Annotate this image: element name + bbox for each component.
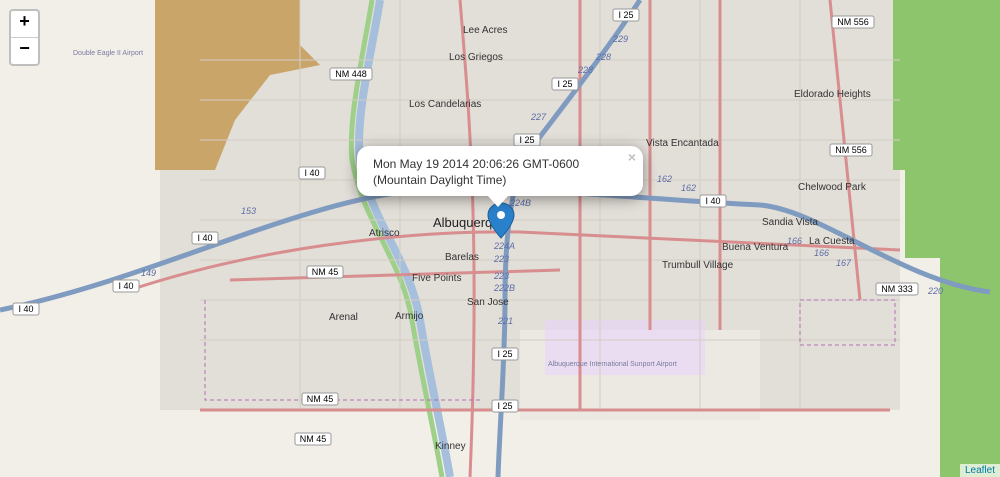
label-lee-acres: Lee Acres xyxy=(463,25,507,36)
label-los-griegos: Los Griegos xyxy=(449,52,503,63)
attribution-link[interactable]: Leaflet xyxy=(965,465,995,476)
exit-149: 149 xyxy=(141,268,156,278)
shield-i40-west4-text: I 40 xyxy=(18,304,33,314)
exit-166b: 166 xyxy=(814,248,829,258)
exit-227: 227 xyxy=(530,112,547,122)
shield-nm556-north-text: NM 556 xyxy=(837,17,869,27)
shield-i40-west1-text: I 40 xyxy=(304,168,319,178)
exit-153: 153 xyxy=(241,206,256,216)
exit-224b: 224B xyxy=(509,198,531,208)
exit-220: 220 xyxy=(927,286,943,296)
shield-nm45-2-text: NM 45 xyxy=(307,394,334,404)
label-kinney: Kinney xyxy=(435,441,466,452)
label-los-candelarias: Los Candelarias xyxy=(409,99,481,110)
shield-i40-west3-text: I 40 xyxy=(118,281,133,291)
exit-162a: 162 xyxy=(657,174,672,184)
label-double-eagle-airport: Double Eagle II Airport xyxy=(73,50,143,57)
exit-167: 167 xyxy=(836,258,852,268)
shield-i40-west2-text: I 40 xyxy=(197,233,212,243)
forest-area-east xyxy=(893,0,1000,477)
popup-close-button[interactable]: × xyxy=(628,149,636,165)
label-arenal: Arenal xyxy=(329,312,358,323)
label-armijo: Armijo xyxy=(395,311,424,322)
exit-222b: 222B xyxy=(493,283,515,293)
label-eldorado-heights: Eldorado Heights xyxy=(794,89,871,100)
label-trumbull-village: Trumbull Village xyxy=(662,260,734,271)
exit-162b: 162 xyxy=(681,183,696,193)
popup-text: Mon May 19 2014 20:06:26 GMT-0600 (Mount… xyxy=(373,157,580,187)
marker-popup: Mon May 19 2014 20:06:26 GMT-0600 (Mount… xyxy=(357,146,643,196)
exit-223b: 223 xyxy=(493,271,509,281)
zoom-out-button[interactable]: − xyxy=(11,38,38,64)
shield-i40-east-text: I 40 xyxy=(705,196,720,206)
zoom-in-button[interactable]: + xyxy=(11,11,38,38)
label-vista-encantada: Vista Encantada xyxy=(646,138,719,149)
label-barelas: Barelas xyxy=(445,252,479,263)
shield-nm333-text: NM 333 xyxy=(881,284,913,294)
label-five-points: Five Points xyxy=(412,273,461,284)
label-atrisco: Atrisco xyxy=(369,228,400,239)
exit-228b: 228 xyxy=(577,65,593,75)
label-san-jose: San Jose xyxy=(467,297,509,308)
exit-223a: 223 xyxy=(493,254,509,264)
label-la-cuesta: La Cuesta xyxy=(809,236,855,247)
shield-nm45-3-text: NM 45 xyxy=(300,434,327,444)
label-sunport-airport: Albuquerque International Sunport Airpor… xyxy=(548,361,677,368)
attribution: Leaflet xyxy=(959,464,1000,477)
shield-i25-north-text: I 25 xyxy=(618,10,633,20)
zoom-control: + − xyxy=(9,9,40,66)
exit-221: 221 xyxy=(497,316,513,326)
label-buena-ventura: Buena Ventura xyxy=(722,242,789,253)
exit-166a: 166 xyxy=(787,236,802,246)
map-tiles: Lee Acres Los Griegos Los Candelarias El… xyxy=(0,0,1000,477)
exit-229: 229 xyxy=(612,34,628,44)
shield-i25-south2-text: I 25 xyxy=(497,401,512,411)
popup-tip xyxy=(488,196,508,207)
label-sandia-vista: Sandia Vista xyxy=(762,217,818,228)
label-chelwood-park: Chelwood Park xyxy=(798,182,867,193)
exit-228: 228 xyxy=(595,52,611,62)
shield-nm448-text: NM 448 xyxy=(335,69,367,79)
shield-nm45-1-text: NM 45 xyxy=(312,267,339,277)
shield-i25-upper-text: I 25 xyxy=(519,135,534,145)
exit-224a: 224A xyxy=(493,241,515,251)
shield-i25-south1-text: I 25 xyxy=(497,349,512,359)
shield-i25-mid-text: I 25 xyxy=(557,79,572,89)
shield-nm556-mid-text: NM 556 xyxy=(835,145,867,155)
map-canvas[interactable]: Lee Acres Los Griegos Los Candelarias El… xyxy=(0,0,1000,477)
